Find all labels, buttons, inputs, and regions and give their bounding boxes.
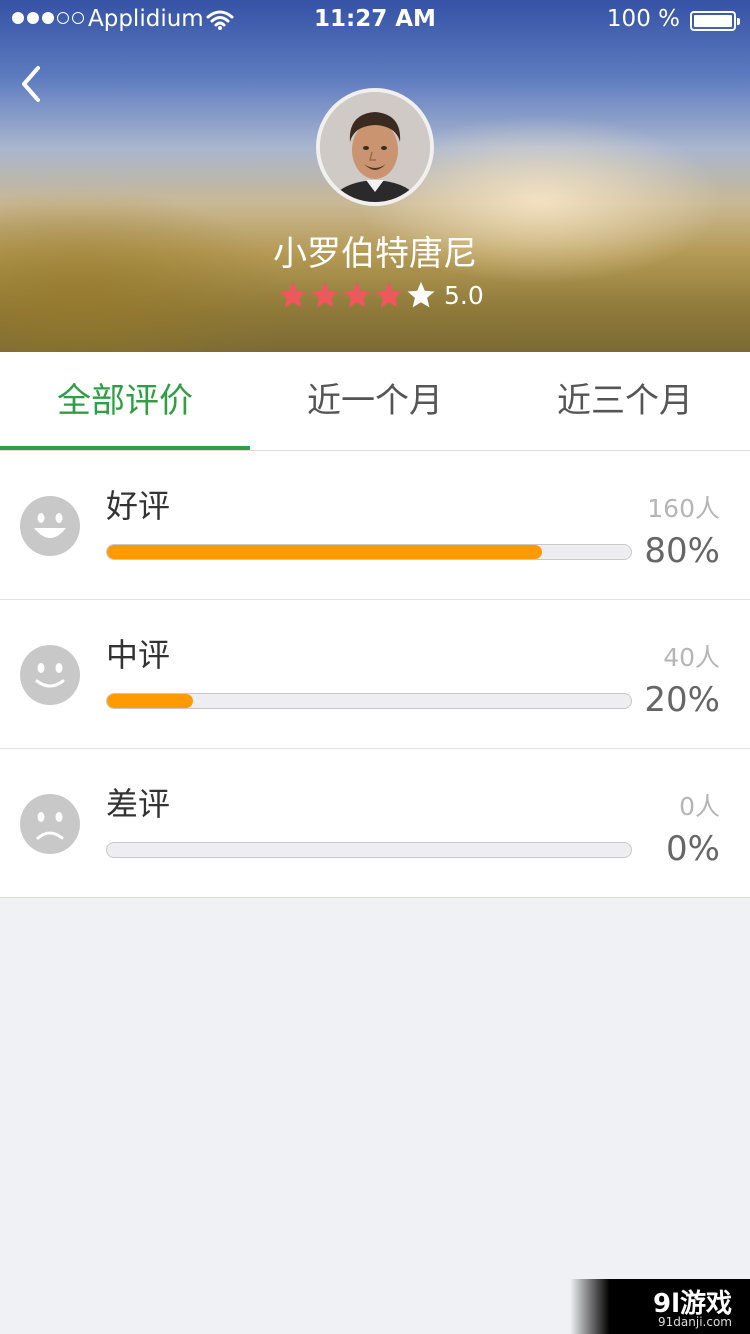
rating-label: 好评 [106, 487, 171, 525]
progress-bar-fill [107, 545, 542, 559]
rating-percent: 20% [644, 680, 720, 720]
rating-percent: 80% [644, 531, 720, 571]
star-rating: 5.0 [278, 280, 484, 310]
profile-name: 小罗伯特唐尼 [273, 234, 477, 274]
progress-bar [106, 544, 632, 560]
star-icon [375, 281, 403, 308]
star-empty-icon [407, 281, 435, 308]
progress-bar-fill [107, 694, 194, 708]
smile-icon [20, 496, 80, 556]
status-bar: Applidium 11:27 AM 100 % [0, 0, 750, 40]
star-icon [311, 281, 339, 308]
list-item-neutral[interactable]: 中评 40人 20% [0, 600, 750, 749]
chevron-left-icon [22, 66, 40, 102]
list-item-positive[interactable]: 好评 160人 80% [0, 451, 750, 600]
neutral-face-icon [20, 645, 80, 705]
star-icon [279, 281, 307, 308]
star-icon [343, 281, 371, 308]
battery-percent: 100 % [606, 6, 680, 32]
tab-last-month[interactable]: 近一个月 [250, 352, 500, 450]
review-tabs: 全部评价 近一个月 近三个月 [0, 352, 750, 451]
rating-label: 中评 [106, 636, 171, 674]
rating-count: 40人 [663, 643, 720, 672]
sad-face-icon [20, 794, 80, 854]
rating-score: 5.0 [444, 280, 484, 310]
progress-bar [106, 693, 632, 709]
rating-count: 160人 [647, 494, 720, 523]
site-watermark: 9l游戏 91danji.com [570, 1279, 750, 1334]
back-button[interactable] [14, 60, 54, 110]
avatar [316, 88, 434, 206]
profile-header: Applidium 11:27 AM 100 % 小罗伯特唐尼 5.0 [0, 0, 750, 352]
watermark-url: 91danji.com [658, 1315, 732, 1329]
rating-count: 0人 [679, 792, 720, 821]
tab-last-three-months[interactable]: 近三个月 [500, 352, 750, 450]
progress-bar [106, 842, 632, 858]
list-item-negative[interactable]: 差评 0人 0% [0, 749, 750, 897]
tab-all-reviews[interactable]: 全部评价 [0, 352, 250, 450]
battery-icon [690, 11, 740, 31]
rating-breakdown-list: 好评 160人 80% 中评 40人 20% 差评 0人 0% [0, 451, 750, 898]
rating-label: 差评 [106, 785, 171, 823]
rating-percent: 0% [666, 829, 720, 869]
